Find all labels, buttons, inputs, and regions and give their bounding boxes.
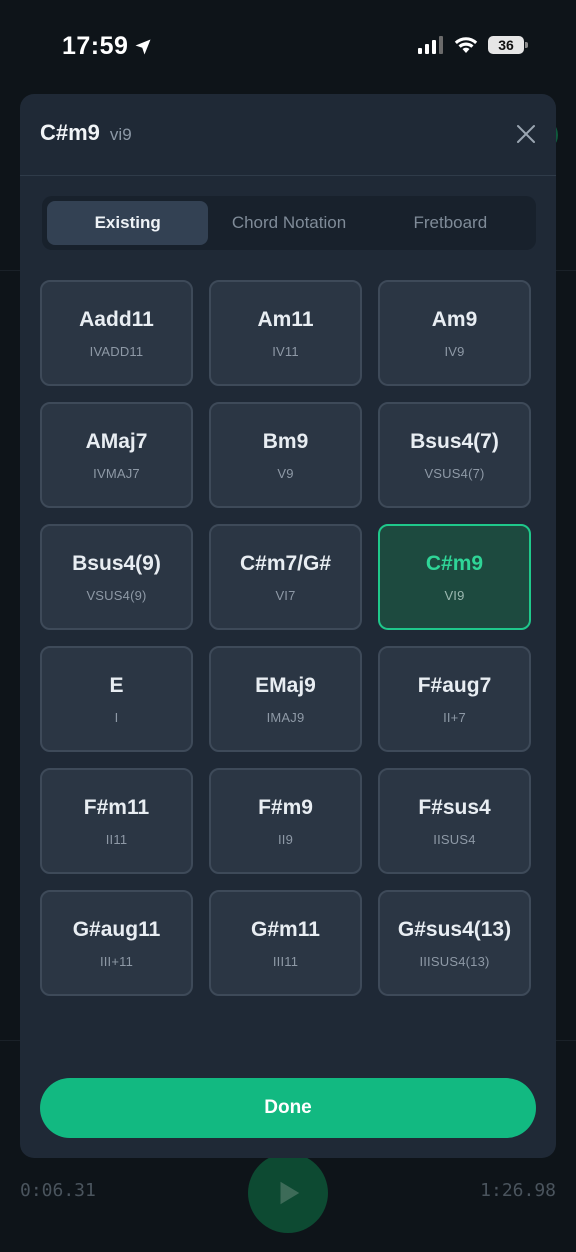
chord-card[interactable]: F#m11 II11 <box>40 768 193 874</box>
chord-roman: IV9 <box>444 343 465 359</box>
selected-chord-name: C#m9 <box>40 120 100 145</box>
chord-card[interactable]: G#m11 III11 <box>209 890 362 996</box>
chord-name: Bm9 <box>262 429 309 453</box>
play-button[interactable] <box>248 1153 328 1233</box>
chord-name: Aadd11 <box>79 307 154 331</box>
chord-name: C#m7/G# <box>239 551 332 575</box>
status-bar: 17:59 36 <box>0 0 576 90</box>
chord-name: Am9 <box>431 307 478 331</box>
chord-card[interactable]: F#sus4 IISUS4 <box>378 768 531 874</box>
chord-name: E <box>109 673 124 697</box>
chord-card[interactable]: Aadd11 IVADD11 <box>40 280 193 386</box>
battery-icon: 36 <box>488 36 528 54</box>
chord-roman: IVADD11 <box>89 343 144 359</box>
tab-existing[interactable]: Existing <box>47 201 209 245</box>
chord-roman: VI7 <box>275 587 296 603</box>
chord-card[interactable]: Bsus4(9) VSUS4(9) <box>40 524 193 630</box>
chord-picker-modal: C#m9 vi9 Existing Chord Notation Fretboa… <box>20 94 556 1158</box>
chord-name: G#m11 <box>251 917 320 941</box>
chord-card[interactable]: EI <box>40 646 193 752</box>
chord-roman: II+7 <box>443 709 466 725</box>
chord-card[interactable]: F#aug7 II+7 <box>378 646 531 752</box>
chord-card[interactable]: G#aug11 III+11 <box>40 890 193 996</box>
total-time: 1:26.98 <box>480 1180 556 1201</box>
chord-roman: IIISUS4(13) <box>419 953 490 969</box>
chord-roman: III+11 <box>99 953 134 969</box>
battery-level: 36 <box>498 37 514 53</box>
chord-name: Am11 <box>257 307 314 331</box>
chord-card[interactable]: F#m9 II9 <box>209 768 362 874</box>
chord-name: F#m9 <box>258 795 313 819</box>
chord-roman: IISUS4 <box>433 831 476 847</box>
chord-roman: IV11 <box>272 343 299 359</box>
done-button[interactable]: Done <box>40 1078 536 1138</box>
chord-card[interactable]: Am11 IV11 <box>209 280 362 386</box>
location-arrow-icon <box>135 39 151 54</box>
close-icon[interactable] <box>514 122 538 146</box>
chord-name: F#sus4 <box>418 795 491 819</box>
current-time: 0:06.31 <box>20 1180 96 1201</box>
chord-roman: II9 <box>277 831 294 847</box>
tab-chord-notation[interactable]: Chord Notation <box>208 201 369 245</box>
tab-bar: Existing Chord Notation Fretboard <box>42 196 536 250</box>
chord-name: G#aug11 <box>72 917 161 941</box>
status-icons: 36 <box>418 36 528 54</box>
chord-name: C#m9 <box>425 551 484 575</box>
chord-grid: Aadd11 IVADD11 Am11 IV11 Am9 IV9 AMaj7 IVMAJ… <box>40 280 532 996</box>
chord-card[interactable]: AMaj7 IVMAJ7 <box>40 402 193 508</box>
chord-roman: I <box>114 709 119 725</box>
chord-roman: VI9 <box>444 587 465 603</box>
chord-roman: VSUS4(7) <box>424 465 485 481</box>
chord-name: Bsus4(7) <box>410 429 499 453</box>
chord-card[interactable]: EMaj9 IMAJ9 <box>209 646 362 752</box>
chord-card[interactable]: Am9 IV9 <box>378 280 531 386</box>
modal-title: C#m9 vi9 <box>40 120 132 146</box>
chord-card-selected[interactable]: C#m9 VI9 <box>378 524 531 630</box>
status-time: 17:59 <box>62 32 129 60</box>
chord-name: F#m11 <box>83 795 150 819</box>
chord-name: Bsus4(9) <box>72 551 161 575</box>
chord-roman: IVMAJ7 <box>93 465 140 481</box>
chord-name: G#sus4(13) <box>397 917 512 941</box>
chord-roman: V9 <box>277 465 294 481</box>
chord-roman: II11 <box>105 831 128 847</box>
selected-chord-roman: vi9 <box>109 125 132 144</box>
chord-roman: IMAJ9 <box>266 709 305 725</box>
play-icon <box>280 1181 300 1205</box>
modal-header: C#m9 vi9 <box>20 94 556 176</box>
tab-fretboard[interactable]: Fretboard <box>370 201 531 245</box>
chord-roman: VSUS4(9) <box>86 587 147 603</box>
chord-name: EMaj9 <box>255 673 316 697</box>
chord-card[interactable]: C#m7/G# VI7 <box>209 524 362 630</box>
status-time-group: 17:59 <box>62 32 152 61</box>
chord-name: AMaj7 <box>85 429 148 453</box>
chord-card[interactable]: Bsus4(7) VSUS4(7) <box>378 402 531 508</box>
cellular-signal-icon <box>418 36 443 54</box>
chord-card[interactable]: Bm9 V9 <box>209 402 362 508</box>
chord-roman: III11 <box>272 953 299 969</box>
wifi-icon <box>454 37 478 53</box>
chord-name: F#aug7 <box>417 673 492 697</box>
chord-card[interactable]: G#sus4(13) IIISUS4(13) <box>378 890 531 996</box>
